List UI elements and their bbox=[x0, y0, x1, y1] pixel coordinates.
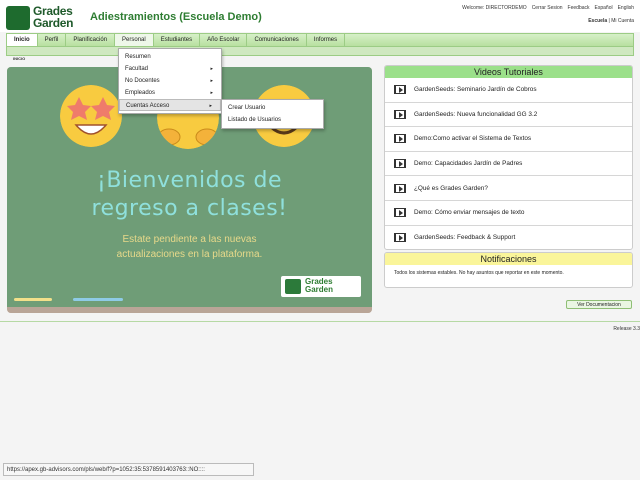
chalk-piece bbox=[73, 298, 123, 301]
chevron-right-icon: ▸ bbox=[209, 103, 212, 109]
breadcrumb-label: INICIO bbox=[13, 56, 26, 61]
menu-item-label: No Docentes bbox=[125, 78, 160, 84]
tab-perfil[interactable]: Perfil bbox=[38, 34, 67, 46]
welcome-line-1: ¡Bienvenidos de bbox=[97, 168, 282, 193]
notifications-title: Notificaciones bbox=[385, 253, 632, 265]
lang-es-link[interactable]: Español bbox=[595, 5, 613, 11]
top-links: Welcome: DIRECTORDEMO Cerrar Sesion Feed… bbox=[462, 5, 634, 11]
update-note-line-1: Estate pendiente a las nuevas bbox=[122, 234, 257, 245]
video-item[interactable]: Demo:Como activar el Sistema de Textos bbox=[385, 127, 632, 152]
chalk-piece bbox=[14, 298, 52, 301]
video-tutorials-title: Videos Tutoriales bbox=[385, 66, 632, 78]
video-item[interactable]: GardenSeeds: Nueva funcionalidad GG 3.2 bbox=[385, 103, 632, 128]
video-item[interactable]: Demo: Cómo enviar mensajes de texto bbox=[385, 201, 632, 226]
banner-logo-text: Grades Garden bbox=[305, 278, 333, 294]
menu-item-label: Empleados bbox=[125, 90, 156, 96]
cuentas-acceso-submenu: Crear Usuario Listado de Usuarios bbox=[221, 99, 324, 129]
video-icon bbox=[394, 233, 406, 243]
video-label: Demo: Capacidades Jardín de Padres bbox=[414, 160, 523, 168]
sprout-icon bbox=[285, 279, 301, 294]
menu-item-listado-usuarios[interactable]: Listado de Usuarios bbox=[222, 114, 323, 126]
video-item[interactable]: ¿Qué es Grades Garden? bbox=[385, 176, 632, 201]
tab-personal[interactable]: Personal bbox=[115, 34, 154, 46]
footer-divider bbox=[0, 321, 640, 322]
release-version: Release 3.3 bbox=[613, 326, 640, 332]
video-item[interactable]: GardenSeeds: Feedback & Support bbox=[385, 226, 632, 249]
video-label: Demo:Como activar el Sistema de Textos bbox=[414, 135, 532, 143]
notifications-text: Todos los sistemas estables. No hay asun… bbox=[394, 270, 564, 276]
menu-item-label: Cuentas Acceso bbox=[126, 103, 170, 109]
chevron-right-icon: ▸ bbox=[210, 78, 213, 84]
breadcrumb: INICIO bbox=[6, 47, 634, 61]
browser-status-url: https://apex.gb-advisors.com/pls/web/f?p… bbox=[3, 463, 254, 476]
logo-line-2: Garden bbox=[33, 16, 74, 30]
menu-item-resumen[interactable]: Resumen bbox=[119, 51, 221, 63]
sprout-icon bbox=[6, 6, 30, 30]
video-label: ¿Qué es Grades Garden? bbox=[414, 184, 488, 192]
chevron-right-icon: ▸ bbox=[210, 90, 213, 96]
my-account-link[interactable]: Mi Cuenta bbox=[611, 18, 634, 24]
update-note-line-2: actualizaciones en la plataforma. bbox=[116, 249, 263, 260]
app-header: Grades Garden Adiestramientos (Escuela D… bbox=[0, 0, 640, 32]
school-link[interactable]: Escuela bbox=[588, 18, 607, 24]
menu-item-no-docentes[interactable]: No Docentes ▸ bbox=[119, 75, 221, 87]
welcome-user: Welcome: DIRECTORDEMO bbox=[462, 5, 527, 11]
video-label: GardenSeeds: Feedback & Support bbox=[414, 234, 516, 242]
video-item[interactable]: Demo: Capacidades Jardín de Padres bbox=[385, 152, 632, 177]
tab-comunicaciones[interactable]: Comunicaciones bbox=[247, 34, 307, 46]
account-links: Escuela | Mi Cuenta bbox=[588, 18, 634, 24]
personal-dropdown-menu: Resumen Facultad ▸ No Docentes ▸ Empleados… bbox=[118, 48, 222, 114]
video-label: Demo: Cómo enviar mensajes de texto bbox=[414, 209, 525, 217]
page-title: Adiestramientos (Escuela Demo) bbox=[90, 11, 262, 23]
notifications-panel: Notificaciones Todos los sistemas establ… bbox=[384, 252, 633, 288]
banner-logo-line-2: Garden bbox=[305, 285, 334, 294]
chevron-right-icon: ▸ bbox=[210, 66, 213, 72]
menu-item-crear-usuario[interactable]: Crear Usuario bbox=[222, 102, 323, 114]
video-label: GardenSeeds: Nueva funcionalidad GG 3.2 bbox=[414, 110, 538, 118]
menu-item-label: Facultad bbox=[125, 66, 149, 72]
menu-item-facultad[interactable]: Facultad ▸ bbox=[119, 63, 221, 75]
tab-inicio[interactable]: Inicio bbox=[7, 34, 38, 46]
menu-item-label: Resumen bbox=[125, 54, 151, 60]
banner-logo: Grades Garden bbox=[281, 276, 361, 297]
video-icon bbox=[394, 183, 406, 193]
view-documentation-button[interactable]: Ver Documentacion bbox=[566, 300, 632, 309]
video-icon bbox=[394, 85, 406, 95]
tab-ano-escolar[interactable]: Año Escolar bbox=[200, 34, 248, 46]
main-nav: Inicio Perfil Planificación Personal Est… bbox=[6, 33, 634, 47]
video-icon bbox=[394, 134, 406, 144]
video-icon bbox=[394, 159, 406, 169]
welcome-line-2: regreso a clases! bbox=[91, 196, 288, 221]
tab-estudiantes[interactable]: Estudiantes bbox=[154, 34, 201, 46]
video-icon bbox=[394, 109, 406, 119]
video-icon bbox=[394, 208, 406, 218]
feedback-link[interactable]: Feedback bbox=[568, 5, 590, 11]
video-item[interactable]: GardenSeeds: Seminario Jardín de Cobros bbox=[385, 78, 632, 103]
logo-text: Grades Garden bbox=[33, 5, 74, 30]
video-tutorials-panel: Videos Tutoriales GardenSeeds: Seminario… bbox=[384, 65, 633, 250]
menu-item-cuentas-acceso[interactable]: Cuentas Acceso ▸ bbox=[119, 99, 221, 111]
star-eyes-emoji-icon bbox=[60, 85, 122, 147]
menu-item-empleados[interactable]: Empleados ▸ bbox=[119, 87, 221, 99]
logout-link[interactable]: Cerrar Sesion bbox=[532, 5, 563, 11]
video-label: GardenSeeds: Seminario Jardín de Cobros bbox=[414, 86, 537, 94]
tab-informes[interactable]: Informes bbox=[307, 34, 346, 46]
chalk-tray bbox=[7, 307, 372, 313]
grades-garden-logo[interactable]: Grades Garden bbox=[6, 5, 84, 31]
tab-planificacion[interactable]: Planificación bbox=[66, 34, 116, 46]
lang-en-link[interactable]: English bbox=[618, 5, 634, 11]
